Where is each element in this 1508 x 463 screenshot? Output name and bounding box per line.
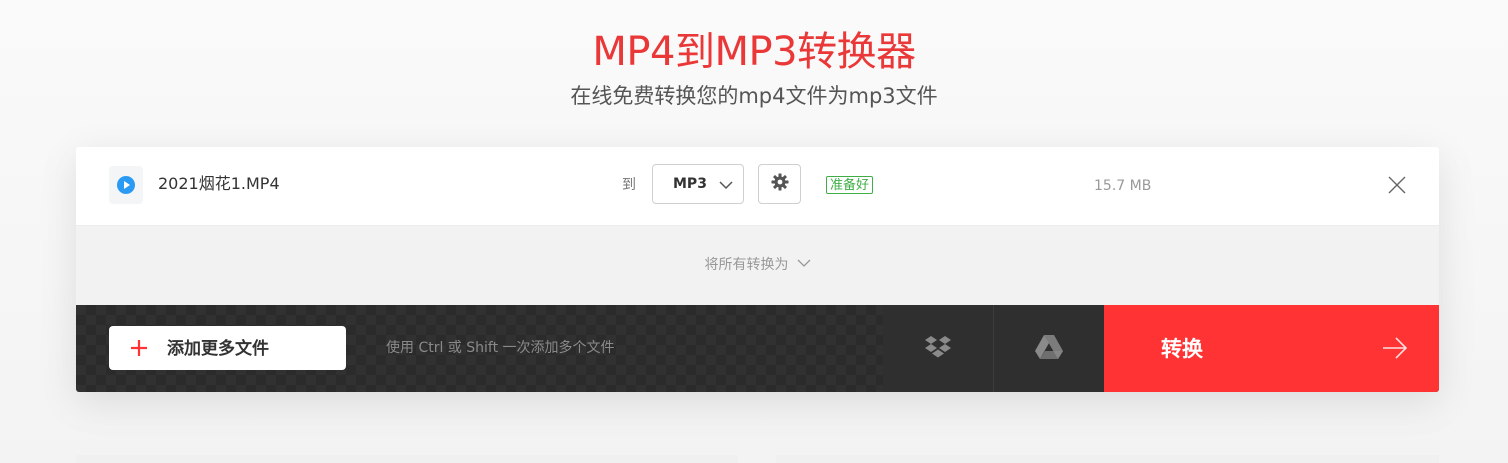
play-circle-icon xyxy=(109,166,143,204)
page: MP4到MP3转换器 在线免费转换您的mp4文件为mp3文件 2021烟花1.M… xyxy=(0,0,1508,463)
chevron-down-icon xyxy=(719,177,733,196)
google-drive-button[interactable] xyxy=(994,305,1104,392)
content-card-left xyxy=(76,455,738,463)
convert-button[interactable]: 转换 xyxy=(1104,305,1439,392)
settings-button[interactable] xyxy=(758,164,801,204)
add-more-files-button[interactable]: 添加更多文件 xyxy=(109,326,346,370)
chevron-down-icon xyxy=(797,254,811,274)
page-title: MP4到MP3转换器 xyxy=(592,29,916,75)
add-more-files-label: 添加更多文件 xyxy=(167,339,269,359)
convert-all-label: 将所有转换为 xyxy=(704,257,789,273)
google-drive-icon xyxy=(1034,334,1064,364)
arrow-right-icon xyxy=(1381,336,1409,364)
action-bar: 添加更多文件 使用 Ctrl 或 Shift 一次添加多个文件 转换 xyxy=(76,305,1439,392)
content-card-right xyxy=(776,455,1439,463)
converter-panel: 2021烟花1.MP4 到 MP3 准备好 15.7 MB 将所有转换为 添加更… xyxy=(76,147,1439,392)
file-size: 15.7 MB xyxy=(1094,178,1152,194)
close-icon xyxy=(1386,176,1408,200)
convert-all-dropdown[interactable]: 将所有转换为 xyxy=(76,255,1439,275)
status-badge: 准备好 xyxy=(826,176,874,194)
file-row: 2021烟花1.MP4 到 MP3 准备好 15.7 MB xyxy=(76,147,1439,226)
gear-icon xyxy=(770,172,790,196)
multi-select-hint: 使用 Ctrl 或 Shift 一次添加多个文件 xyxy=(386,340,615,356)
convert-all-row: 将所有转换为 xyxy=(76,226,1439,305)
file-name: 2021烟花1.MP4 xyxy=(158,174,280,193)
plus-icon xyxy=(130,339,148,361)
dropbox-icon xyxy=(924,335,952,363)
remove-file-button[interactable] xyxy=(1386,174,1408,196)
convert-label: 转换 xyxy=(1161,337,1203,361)
to-label: 到 xyxy=(622,177,636,193)
dropbox-button[interactable] xyxy=(883,305,994,392)
output-format-select[interactable]: MP3 xyxy=(652,164,744,204)
page-subtitle: 在线免费转换您的mp4文件为mp3文件 xyxy=(570,84,938,108)
output-format-value: MP3 xyxy=(673,176,707,192)
